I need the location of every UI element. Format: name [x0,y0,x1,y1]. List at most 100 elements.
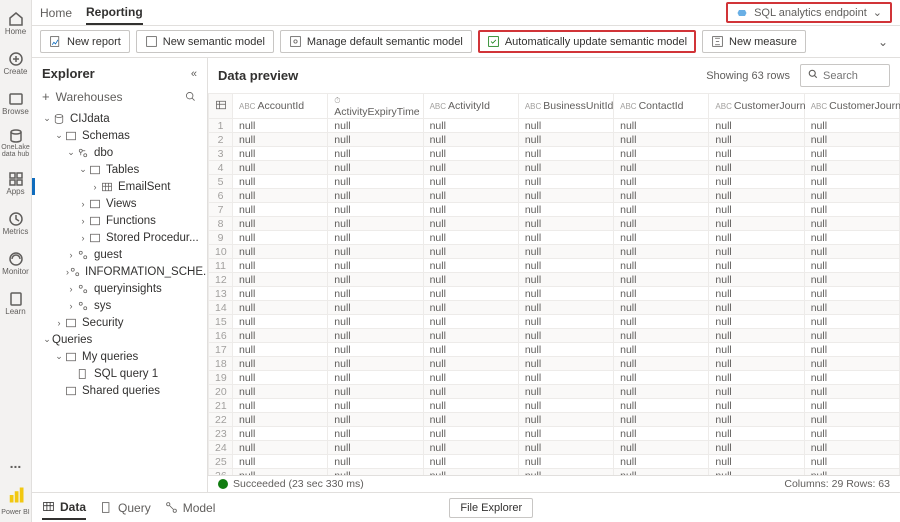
cell[interactable]: null [709,385,804,399]
cell[interactable]: null [804,203,899,217]
cell[interactable]: null [614,329,709,343]
cell[interactable]: null [709,343,804,357]
rail-home[interactable]: Home [2,4,30,42]
cell[interactable]: null [233,259,328,273]
cell[interactable]: null [423,315,518,329]
add-warehouse-icon[interactable]: + [42,89,50,104]
cell[interactable]: null [233,301,328,315]
column-header[interactable]: ABCCustomerJourney [804,94,899,119]
cell[interactable]: null [518,385,613,399]
cell[interactable]: null [614,133,709,147]
cell[interactable]: null [804,357,899,371]
cell[interactable]: null [518,287,613,301]
cell[interactable]: null [423,413,518,427]
rail-onelake[interactable]: OneLake data hub [2,124,30,162]
cell[interactable]: null [233,329,328,343]
tree-dbo[interactable]: ⌄dbo [34,144,207,161]
cell[interactable]: null [518,175,613,189]
tree-sql-query-1[interactable]: SQL query 1 [34,365,207,382]
tree-views[interactable]: ›Views [34,195,207,212]
cell[interactable]: null [804,329,899,343]
cell[interactable]: null [709,119,804,133]
cell[interactable]: null [804,385,899,399]
cell[interactable]: null [804,133,899,147]
cell[interactable]: null [804,413,899,427]
cell[interactable]: null [423,455,518,469]
bottom-tab-model[interactable]: Model [165,497,216,519]
cell[interactable]: null [614,301,709,315]
column-header[interactable]: ⏱ActivityExpiryTime [328,94,423,119]
cell[interactable]: null [804,287,899,301]
cell[interactable]: null [614,273,709,287]
rail-metrics[interactable]: Metrics [2,204,30,242]
search-box[interactable] [800,64,890,87]
cell[interactable]: null [423,147,518,161]
cell[interactable]: null [423,203,518,217]
cell[interactable]: null [804,315,899,329]
cell[interactable]: null [518,427,613,441]
rail-browse[interactable]: Browse [2,84,30,122]
cell[interactable]: null [328,427,423,441]
cell[interactable]: null [614,371,709,385]
cell[interactable]: null [423,399,518,413]
cell[interactable]: null [328,161,423,175]
cell[interactable]: null [233,175,328,189]
cell[interactable]: null [233,119,328,133]
bottom-tab-data[interactable]: Data [42,496,86,520]
file-explorer-button[interactable]: File Explorer [449,498,533,518]
cell[interactable]: null [328,301,423,315]
cell[interactable]: null [614,217,709,231]
cell[interactable]: null [804,189,899,203]
cell[interactable]: null [328,399,423,413]
cell[interactable]: null [233,147,328,161]
cell[interactable]: null [614,175,709,189]
cell[interactable]: null [614,399,709,413]
tree-sys[interactable]: ›sys [34,297,207,314]
cell[interactable]: null [328,217,423,231]
cell[interactable]: null [328,119,423,133]
data-grid[interactable]: ABCAccountId⏱ActivityExpiryTimeABCActivi… [208,93,900,475]
cell[interactable]: null [328,343,423,357]
cell[interactable]: null [614,259,709,273]
column-header[interactable]: ABCActivityId [423,94,518,119]
cell[interactable]: null [518,357,613,371]
auto-update-button[interactable]: Automatically update semantic model [478,30,696,53]
cell[interactable]: null [328,175,423,189]
cell[interactable]: null [328,231,423,245]
cell[interactable]: null [423,371,518,385]
cell[interactable]: null [804,273,899,287]
cell[interactable]: null [709,217,804,231]
tree-security[interactable]: ›Security [34,314,207,331]
cell[interactable]: null [233,399,328,413]
cell[interactable]: null [614,357,709,371]
cell[interactable]: null [709,413,804,427]
cell[interactable]: null [518,399,613,413]
column-header[interactable]: ABCCustomerJourneyId [709,94,804,119]
cell[interactable]: null [423,273,518,287]
cell[interactable]: null [709,189,804,203]
tree-queries[interactable]: ⌄Queries [34,331,207,348]
cell[interactable]: null [518,245,613,259]
tree-emailsent[interactable]: ›EmailSent [34,178,207,195]
cell[interactable]: null [804,343,899,357]
cell[interactable]: null [423,119,518,133]
column-header[interactable]: ABCBusinessUnitId [518,94,613,119]
cell[interactable]: null [518,343,613,357]
tab-home[interactable]: Home [40,2,72,24]
cell[interactable]: null [709,357,804,371]
cell[interactable]: null [233,315,328,329]
cell[interactable]: null [709,455,804,469]
cell[interactable]: null [233,357,328,371]
cell[interactable]: null [328,203,423,217]
tree-guest[interactable]: ›guest [34,246,207,263]
cell[interactable]: null [518,413,613,427]
cell[interactable]: null [328,287,423,301]
cell[interactable]: null [233,161,328,175]
cell[interactable]: null [423,133,518,147]
cell[interactable]: null [423,301,518,315]
cell[interactable]: null [614,231,709,245]
cell[interactable]: null [614,161,709,175]
cell[interactable]: null [614,427,709,441]
cell[interactable]: null [233,371,328,385]
cell[interactable]: null [614,119,709,133]
